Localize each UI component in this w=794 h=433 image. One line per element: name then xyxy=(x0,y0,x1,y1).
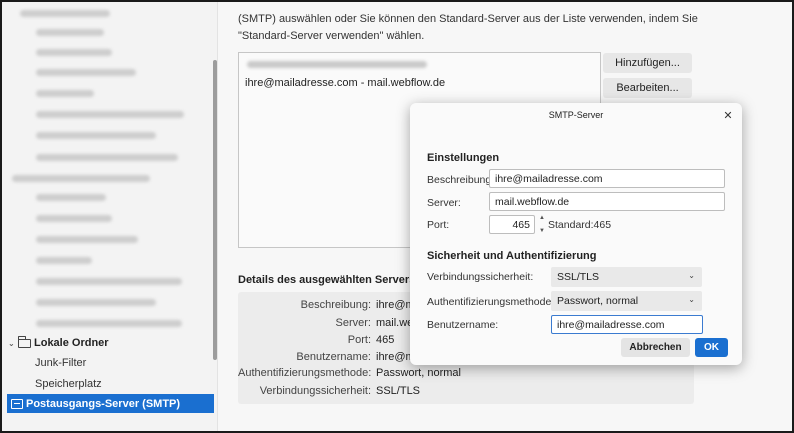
blurred-account-item xyxy=(36,299,156,306)
connection-security-label: Verbindungssicherheit: xyxy=(427,271,534,283)
username-label: Benutzername: xyxy=(427,319,499,331)
sidebar-item-label: Postausgangs-Server (SMTP) xyxy=(26,397,181,410)
blurred-account-item xyxy=(36,90,94,97)
detail-row: Server: mail.web xyxy=(238,315,420,331)
description-label: Beschreibung: xyxy=(427,174,495,186)
blurred-account-item xyxy=(36,194,106,201)
detail-row: Benutzername: ihre@m xyxy=(238,349,415,365)
chevron-up-icon[interactable]: ▲ xyxy=(539,215,545,221)
detail-row: Authentifizierungsmethode: Passwort, nor… xyxy=(238,365,461,381)
select-value: SSL/TLS xyxy=(557,271,600,283)
chevron-down-icon: ⌄ xyxy=(688,295,695,304)
chevron-down-icon[interactable]: ⌄ xyxy=(8,339,18,348)
blurred-account-item xyxy=(36,278,182,285)
chevron-down-icon: ⌄ xyxy=(688,271,695,280)
chevron-down-icon[interactable]: ▼ xyxy=(539,228,545,234)
auth-method-label: Authentifizierungsmethode: xyxy=(427,296,555,308)
details-heading: Details des ausgewählten Servers xyxy=(238,274,416,286)
blurred-account-item xyxy=(36,49,112,56)
blurred-account-item xyxy=(12,175,150,182)
detail-label: Server: xyxy=(335,317,371,329)
blurred-server-entry[interactable] xyxy=(247,61,427,68)
sidebar-item-junk-filter[interactable]: Junk-Filter xyxy=(35,357,86,369)
select-value: Passwort, normal xyxy=(557,295,639,307)
username-input[interactable]: ihre@mailadresse.com xyxy=(551,315,703,334)
sidebar-item-local-folders[interactable]: ⌄ Lokale Ordner xyxy=(8,335,109,351)
blurred-account-item xyxy=(36,320,182,327)
detail-label: Beschreibung: xyxy=(300,299,371,311)
blurred-account-item xyxy=(36,257,92,264)
ok-button[interactable]: OK xyxy=(695,338,728,357)
intro-text-line: (SMTP) auswählen oder Sie können den Sta… xyxy=(238,13,698,25)
detail-value: 465 xyxy=(376,334,395,346)
server-label: Server: xyxy=(427,197,461,209)
close-icon[interactable]: ✕ xyxy=(720,107,736,123)
sidebar-item-label: Lokale Ordner xyxy=(34,337,109,349)
account-sidebar: ⌄ Lokale Ordner Junk-Filter Speicherplat… xyxy=(2,2,218,431)
blurred-account-item xyxy=(36,111,184,118)
settings-heading: Einstellungen xyxy=(427,152,500,164)
detail-row: Verbindungssicherheit: SSL/TLS xyxy=(238,383,420,399)
detail-row: Beschreibung: ihre@m xyxy=(238,297,415,313)
cancel-button[interactable]: Abbrechen xyxy=(621,338,690,357)
settings-window: ⌄ Lokale Ordner Junk-Filter Speicherplat… xyxy=(2,2,792,431)
add-server-button[interactable]: Hinzufügen... xyxy=(603,53,692,73)
auth-method-select[interactable]: Passwort, normal ⌄ xyxy=(551,291,702,311)
detail-value: ihre@m xyxy=(376,351,415,363)
detail-value: ihre@m xyxy=(376,299,415,311)
detail-label: Authentifizierungsmethode: xyxy=(238,367,372,379)
sidebar-item-disk-space[interactable]: Speicherplatz xyxy=(35,378,102,390)
detail-row: Port: 465 xyxy=(238,332,395,348)
server-list-item[interactable]: ihre@mailadresse.com - mail.webflow.de xyxy=(245,77,445,89)
connection-security-select[interactable]: SSL/TLS ⌄ xyxy=(551,267,702,287)
port-input[interactable]: 465 xyxy=(489,215,535,234)
port-label: Port: xyxy=(427,219,450,231)
detail-label: Port: xyxy=(347,334,371,346)
blurred-account-item xyxy=(36,69,136,76)
blurred-account-item xyxy=(36,215,112,222)
detail-label: Verbindungssicherheit: xyxy=(259,385,371,397)
server-input[interactable]: mail.webflow.de xyxy=(489,192,725,211)
port-stepper[interactable]: ▲ ▼ xyxy=(536,215,548,234)
sidebar-scrollbar[interactable] xyxy=(213,60,217,360)
detail-value: Passwort, normal xyxy=(376,367,461,379)
detail-label: Benutzername: xyxy=(296,351,371,363)
sidebar-item-outgoing-server[interactable]: Postausgangs-Server (SMTP) xyxy=(7,394,214,413)
dialog-title: SMTP-Server xyxy=(548,110,604,120)
blurred-account-item xyxy=(36,154,178,161)
blurred-account-item xyxy=(20,10,110,17)
blurred-account-item xyxy=(36,29,104,36)
server-icon xyxy=(11,398,23,409)
intro-text-line: "Standard-Server verwenden" wählen. xyxy=(238,30,425,42)
security-heading: Sicherheit und Authentifizierung xyxy=(427,250,597,262)
port-default-text: Standard:465 xyxy=(548,219,612,231)
edit-server-button[interactable]: Bearbeiten... xyxy=(603,78,692,98)
description-input[interactable]: ihre@mailadresse.com xyxy=(489,169,725,188)
detail-value: SSL/TLS xyxy=(376,385,421,397)
smtp-server-dialog: SMTP-Server ✕ Einstellungen Beschreibung… xyxy=(410,103,742,365)
folder-icon xyxy=(18,335,31,348)
blurred-account-item xyxy=(36,132,156,139)
blurred-account-item xyxy=(36,236,138,243)
